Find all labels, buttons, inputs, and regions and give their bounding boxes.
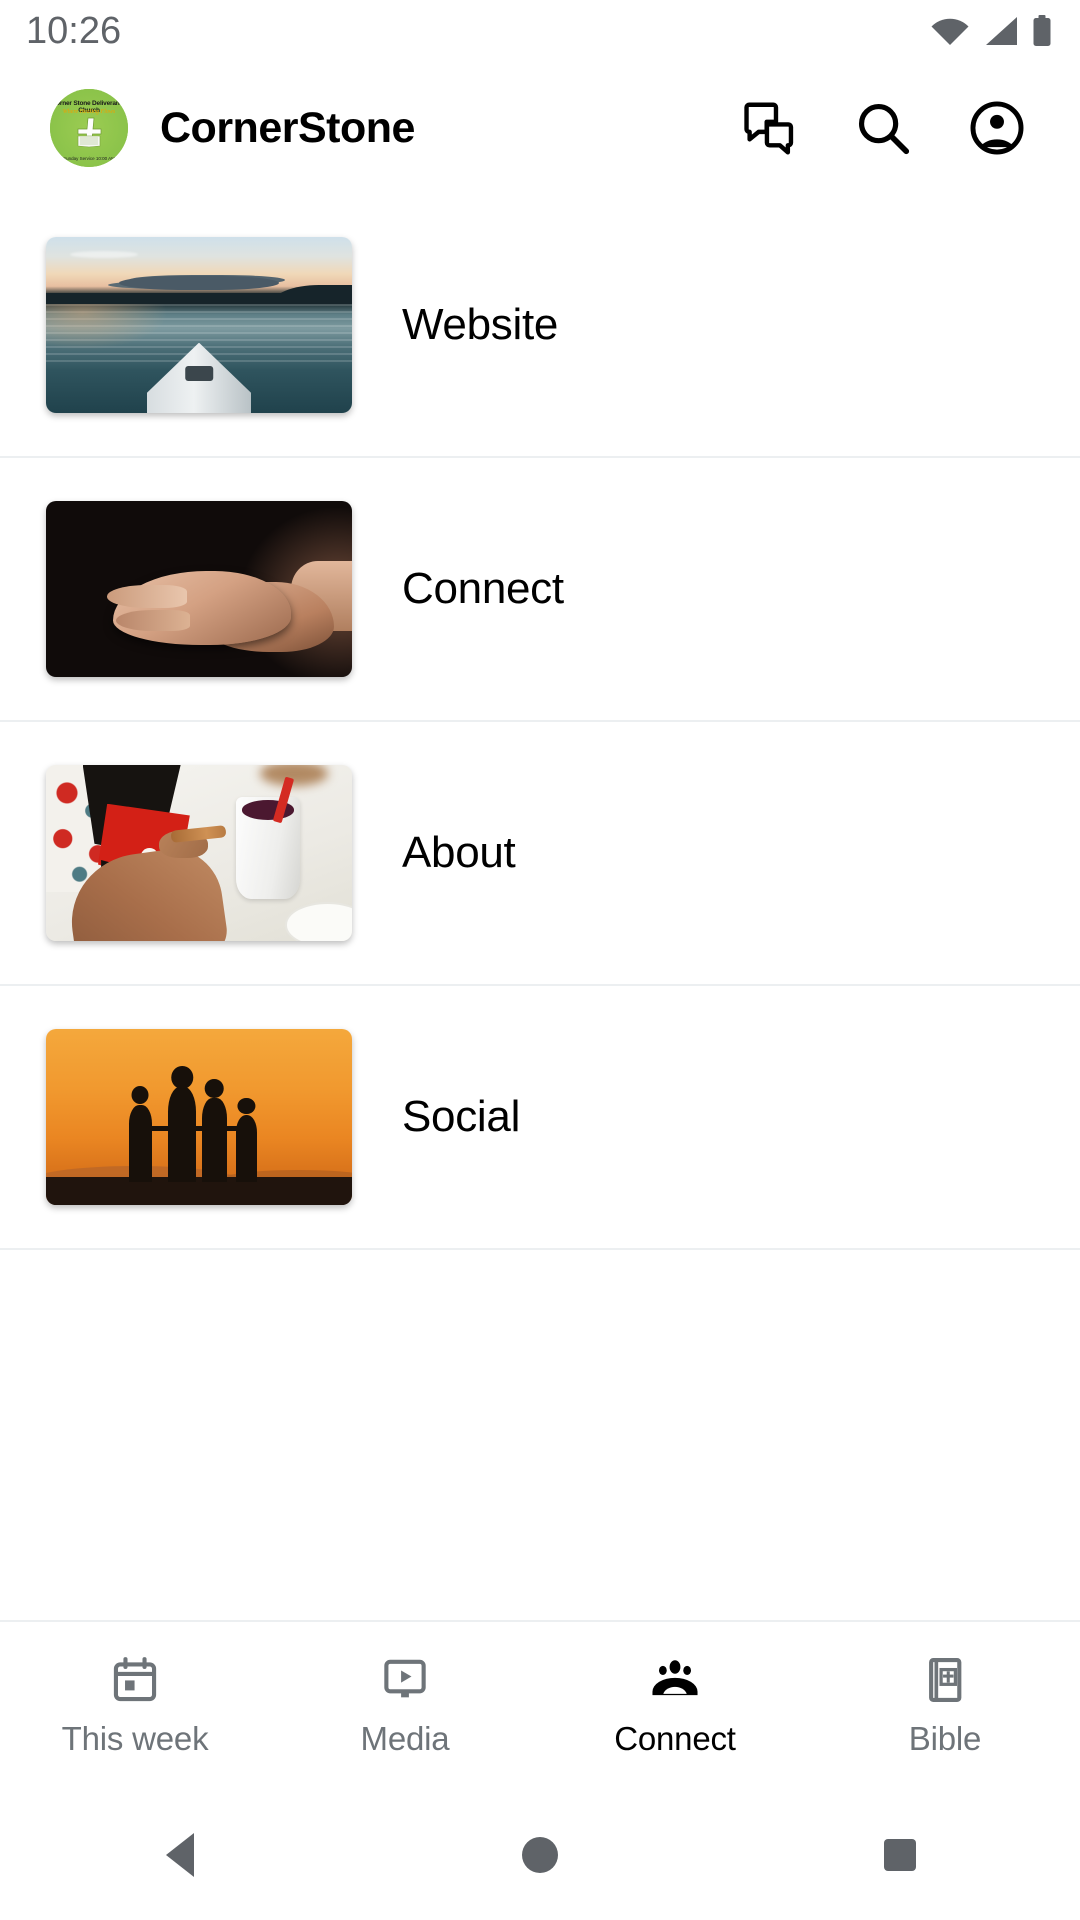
list-item[interactable]: Social <box>0 986 1080 1250</box>
recents-square-icon <box>884 1839 916 1871</box>
back-triangle-icon <box>166 1833 194 1877</box>
account-circle-icon[interactable] <box>966 97 1028 159</box>
phone-screen: 10:26 Corner Stone Deliverance Church Wh… <box>0 0 1080 1920</box>
wifi-icon <box>930 16 970 46</box>
list-item-label: Connect <box>402 564 564 613</box>
family-silhouette-sunset-photo <box>46 1029 352 1205</box>
open-hands-dark-photo <box>46 501 352 677</box>
calendar-icon <box>109 1654 161 1706</box>
list-item[interactable]: About <box>0 722 1080 986</box>
logo-cross-book-mark <box>77 117 102 148</box>
status-bar: 10:26 <box>0 0 1080 62</box>
logo-sub-text: Where Healing Flows <box>62 109 116 115</box>
bible-book-icon <box>919 1654 971 1706</box>
home-button[interactable] <box>360 1837 720 1873</box>
status-bar-clock: 10:26 <box>26 9 122 52</box>
list-item[interactable]: Website <box>0 194 1080 458</box>
nav-item-label: This week <box>61 1720 209 1757</box>
logo-bottom-text: Sunday Service 10:00 AM <box>63 156 115 161</box>
app-logo[interactable]: Corner Stone Deliverance Church Where He… <box>50 89 128 167</box>
main-menu-list: Website Connect About Social <box>0 194 1080 1250</box>
nav-item-this-week[interactable]: This week <box>0 1654 270 1758</box>
battery-icon <box>1032 15 1052 47</box>
list-item[interactable]: Connect <box>0 458 1080 722</box>
forum-chat-icon[interactable] <box>738 97 800 159</box>
back-button[interactable] <box>0 1833 360 1877</box>
cellular-signal-icon <box>984 16 1018 46</box>
nav-item-connect[interactable]: Connect <box>540 1654 810 1758</box>
bottom-navigation-bar: This week Media Connect Bible <box>0 1620 1080 1790</box>
home-circle-icon <box>522 1837 558 1873</box>
tv-play-icon <box>379 1654 431 1706</box>
app-bar: Corner Stone Deliverance Church Where He… <box>0 62 1080 194</box>
search-icon[interactable] <box>852 97 914 159</box>
people-group-icon <box>649 1654 701 1706</box>
status-bar-icons <box>930 15 1052 47</box>
nav-item-label: Connect <box>614 1720 736 1757</box>
page-title: CornerStone <box>160 103 415 152</box>
list-item-label: Website <box>402 300 559 349</box>
cornerstone-church-logo: Corner Stone Deliverance Church Where He… <box>50 89 128 167</box>
nav-item-label: Bible <box>908 1720 982 1757</box>
list-item-label: About <box>402 828 516 877</box>
nav-item-label: Media <box>360 1720 450 1757</box>
app-bar-actions <box>738 97 1028 159</box>
kayak-sunset-water-photo <box>46 237 352 413</box>
nav-item-media[interactable]: Media <box>270 1654 540 1758</box>
nav-item-bible[interactable]: Bible <box>810 1654 1080 1758</box>
list-item-label: Social <box>402 1092 521 1141</box>
hand-biscuit-coffee-cup-photo <box>46 765 352 941</box>
recents-button[interactable] <box>720 1839 1080 1871</box>
android-system-nav-bar <box>0 1790 1080 1920</box>
